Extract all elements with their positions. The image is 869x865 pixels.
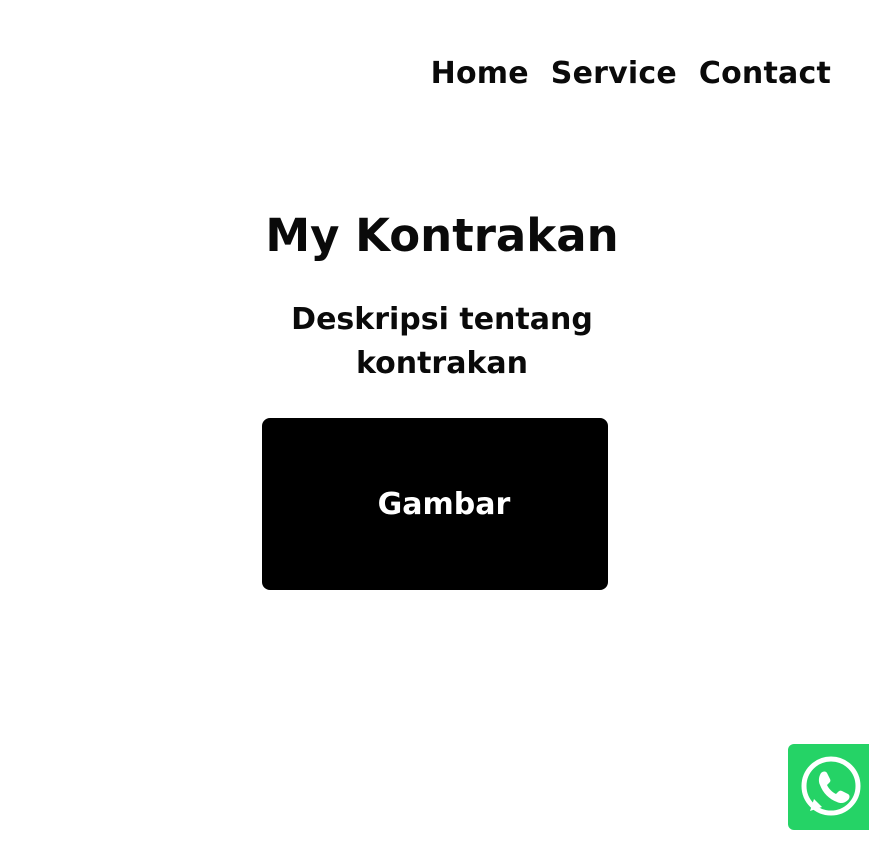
- top-navigation: Home Service Contact: [431, 56, 831, 91]
- whatsapp-button[interactable]: [788, 744, 869, 830]
- nav-contact-link[interactable]: Contact: [699, 56, 831, 91]
- nav-home-link[interactable]: Home: [431, 56, 529, 91]
- page-title: My Kontrakan: [265, 209, 619, 262]
- page-description: Deskripsi tentang kontrakan: [291, 302, 593, 381]
- image-placeholder: Gambar: [262, 418, 608, 590]
- nav-service-link[interactable]: Service: [551, 56, 677, 91]
- description-container: Deskripsi tentang kontrakan: [0, 298, 869, 386]
- whatsapp-icon: [801, 756, 861, 816]
- image-placeholder-label: Gambar: [377, 486, 511, 522]
